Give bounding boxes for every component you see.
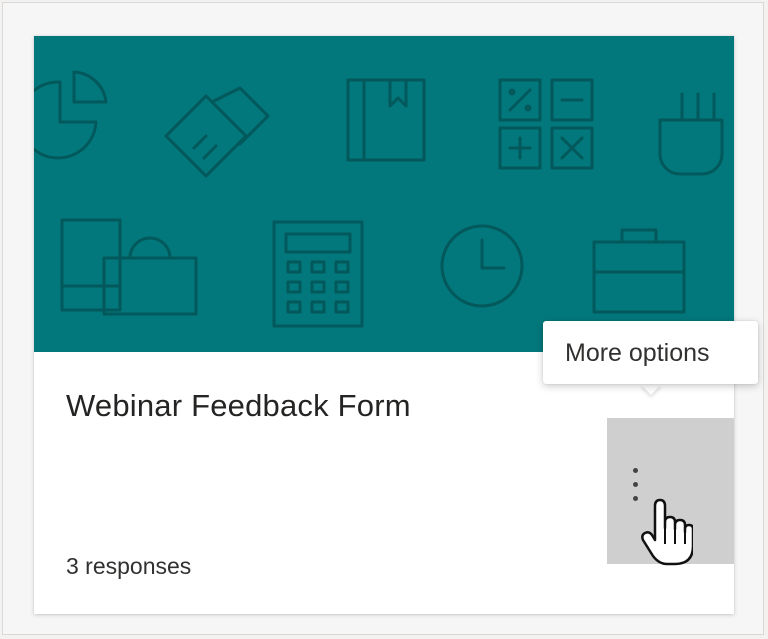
pie-chart-icon [34,70,108,160]
response-count: 3 responses [66,553,192,579]
shopping-bag-icon [102,236,198,316]
book-icon [346,78,426,162]
form-title[interactable]: Webinar Feedback Form [66,388,411,424]
clock-icon [440,224,524,308]
more-vertical-icon[interactable] [633,468,639,512]
calculator-large-icon [272,220,364,328]
calculator-icon [498,78,594,170]
devices-icon [60,218,122,312]
hand-pointer-icon [641,498,693,566]
tooltip-label: More options [565,339,710,367]
handshake-icon [164,86,270,178]
plug-icon [658,92,724,176]
briefcase-icon [592,228,686,314]
card-banner [34,36,734,352]
